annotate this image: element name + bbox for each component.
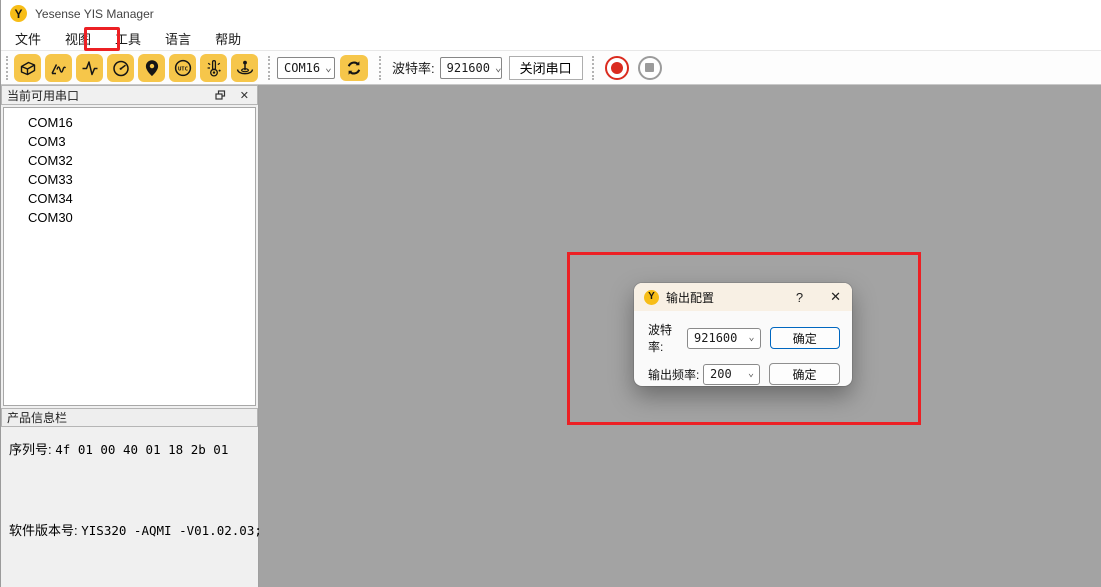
serial-number-value: 4f 01 00 40 01 18 2b 01 [55,442,228,457]
firmware-version-line: 软件版本号: YIS320 -AQMI -V01.02.03; [9,520,250,539]
close-panel-icon[interactable]: ✕ [240,89,249,102]
record-button[interactable] [605,56,629,80]
toolbar-grip[interactable] [6,56,9,80]
dialog-output-rate-select[interactable]: 200 ⌄ [703,364,760,385]
serial-number-label: 序列号: [9,442,52,457]
info-panel-title: 产品信息栏 [7,409,67,426]
output-config-dialog: Y 输出配置 ? ✕ 波特率: 921600 ⌄ 确定 输出频率: [634,283,852,386]
info-panel-body: 序列号: 4f 01 00 40 01 18 2b 01 软件版本号: YIS3… [1,427,258,587]
waveform-icon [80,58,100,78]
close-serial-button[interactable]: 关闭串口 [509,56,583,80]
com-port-select[interactable]: COM16 ⌄ [277,57,335,79]
menu-tools[interactable]: 工具 [103,27,153,50]
main-workspace: Y 输出配置 ? ✕ 波特率: 921600 ⌄ 确定 输出频率: [259,85,1101,587]
ports-panel-header: 当前可用串口 ✕ [1,85,258,105]
dialog-baud-select[interactable]: 921600 ⌄ [687,328,761,349]
cube-icon [18,58,38,78]
stop-button[interactable] [638,56,662,80]
dialog-baud-label: 波特率: [648,321,687,355]
ports-panel-title: 当前可用串口 [7,87,79,104]
menu-language[interactable]: 语言 [153,27,203,50]
baud-rate-select[interactable]: 921600 ⌄ [440,57,502,79]
window-title: Yesense YIS Manager [35,7,154,21]
menu-view[interactable]: 视图 [53,27,103,50]
port-list-item[interactable]: COM32 [4,151,255,170]
location-icon [142,58,162,78]
app-logo-icon: Y [10,5,27,22]
app-window: Y Yesense YIS Manager 文件 视图 工具 语言 帮助 [0,0,1101,587]
record-icon [611,62,623,74]
firmware-version-label: 软件版本号: [9,523,78,538]
tool-utc-clock-button[interactable]: UTC [169,54,196,82]
firmware-version-value: YIS320 -AQMI -V01.02.03; [81,523,262,538]
port-list-item[interactable]: COM16 [4,113,255,132]
serial-ports-dock: 当前可用串口 ✕ COM16 COM3 COM32 COM33 COM34 CO… [1,85,259,587]
baud-rate-label: 波特率: [392,58,435,77]
tool-location-button[interactable] [138,54,165,82]
angle-wave-icon [49,58,69,78]
attitude-icon [235,58,255,78]
port-list-item[interactable]: COM33 [4,170,255,189]
port-list-item[interactable]: COM30 [4,208,255,227]
menu-help[interactable]: 帮助 [203,27,253,50]
tool-temperature-button[interactable] [200,54,227,82]
dialog-output-rate-value: 200 [710,367,732,381]
float-panel-icon[interactable] [215,90,226,101]
tool-3d-model-button[interactable] [14,54,41,82]
temperature-icon [204,58,224,78]
baud-rate-row: 波特率: 921600 ⌄ 确定 [648,321,840,355]
dialog-close-button[interactable]: ✕ [830,289,841,305]
dialog-app-icon: Y [644,290,659,305]
port-list[interactable]: COM16 COM3 COM32 COM33 COM34 COM30 [3,107,256,406]
baud-rate-value: 921600 [447,61,490,75]
menu-file[interactable]: 文件 [3,27,53,50]
utc-clock-icon: UTC [173,58,193,78]
tool-angle-wave-button[interactable] [45,54,72,82]
output-rate-row: 输出频率: 200 ⌄ 确定 [648,363,840,385]
dialog-title: 输出配置 [666,289,714,306]
dialog-output-rate-ok-button[interactable]: 确定 [769,363,840,385]
title-bar: Y Yesense YIS Manager [1,0,1101,27]
com-port-value: COM16 [284,61,320,75]
dialog-baud-ok-button[interactable]: 确定 [770,327,840,349]
serial-number-line: 序列号: 4f 01 00 40 01 18 2b 01 [9,439,250,458]
refresh-ports-button[interactable] [340,55,368,81]
app-body: 当前可用串口 ✕ COM16 COM3 COM32 COM33 COM34 CO… [1,85,1101,587]
info-panel-header: 产品信息栏 [1,408,258,427]
gauge-icon [111,58,131,78]
dialog-baud-value: 921600 [694,331,737,345]
menu-bar: 文件 视图 工具 语言 帮助 [1,27,1101,50]
tool-attitude-button[interactable] [231,54,258,82]
svg-text:UTC: UTC [177,66,187,72]
dialog-title-bar[interactable]: Y 输出配置 ? ✕ [634,283,852,311]
refresh-icon [344,58,364,78]
dialog-help-button[interactable]: ? [790,290,809,305]
dialog-output-rate-label: 输出频率: [648,366,699,383]
port-list-item[interactable]: COM3 [4,132,255,151]
toolbar-grip[interactable] [592,56,595,80]
stop-icon [645,63,654,72]
port-list-item[interactable]: COM34 [4,189,255,208]
toolbar-grip[interactable] [268,56,271,80]
toolbar-grip[interactable] [379,56,382,80]
tool-gauge-button[interactable] [107,54,134,82]
toolbar: UTC COM16 ⌄ [1,50,1101,85]
tool-waveform-button[interactable] [76,54,103,82]
